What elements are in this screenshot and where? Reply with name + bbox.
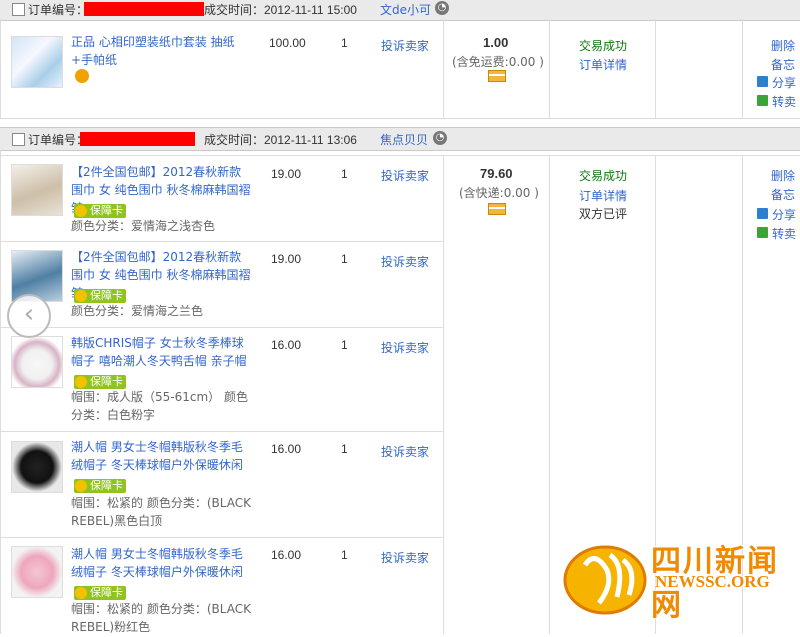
share-icon (757, 76, 768, 87)
redacted-order-number (84, 2, 204, 16)
divider (655, 19, 656, 118)
order-detail-link[interactable]: 订单详情 (579, 56, 627, 73)
order-select-checkbox[interactable] (12, 133, 25, 146)
item-quantity: 1 (341, 167, 348, 181)
card-icon (488, 70, 506, 82)
seller-name-link[interactable]: 文de小可 (380, 1, 431, 18)
guarantee-badge: 保障卡 (74, 202, 126, 218)
product-title-link[interactable]: 潮人帽 男女士冬帽韩版秋冬季毛绒帽子 冬天棒球帽户外保暖休闲 (71, 545, 251, 581)
product-thumbnail[interactable] (11, 164, 63, 216)
complain-seller-link[interactable]: 投诉卖家 (381, 167, 429, 184)
item-price: 19.00 (271, 167, 302, 181)
medal-icon (75, 69, 89, 83)
guarantee-badge: 保障卡 (74, 373, 126, 389)
item-price: 100.00 (269, 36, 306, 50)
item-quantity: 1 (341, 548, 348, 562)
guarantee-badge: 保障卡 (74, 287, 126, 303)
complain-seller-link[interactable]: 投诉卖家 (381, 253, 429, 270)
resell-icon (757, 95, 768, 106)
chat-icon[interactable]: ◔ (433, 131, 447, 145)
shipping-fee: (含免运费:0.00 ) (452, 55, 544, 69)
seller-name-link[interactable]: 焦点贝贝 (380, 131, 428, 148)
order-select-checkbox[interactable] (12, 3, 25, 16)
share-link[interactable]: 分享 (772, 74, 796, 91)
product-title-link[interactable]: 韩版CHRIS帽子 女士秋冬季棒球帽子 嘻哈潮人冬天鸭舌帽 亲子帽 (71, 334, 251, 370)
item-attributes: 帽围：松紧的 颜色分类：(BLACK REBEL)粉红色 (71, 602, 251, 634)
redacted-order-number (80, 132, 195, 146)
product-thumbnail[interactable] (11, 546, 63, 598)
divider (0, 327, 443, 328)
item-price: 16.00 (271, 442, 302, 456)
item-attributes: 帽围：松紧的 颜色分类：(BLACK REBEL)黑色白顶 (71, 496, 251, 528)
trade-status: 交易成功 (579, 169, 628, 183)
item-price: 16.00 (271, 338, 302, 352)
resell-icon (757, 227, 768, 238)
complain-seller-link[interactable]: 投诉卖家 (381, 443, 429, 460)
divider (0, 155, 800, 156)
site-watermark: 四川新闻网 NEWSSC.ORG (555, 525, 800, 634)
resell-link[interactable]: 转卖 (772, 225, 796, 242)
deal-time: 成交时间：2012-11-11 15:00 (204, 3, 357, 17)
divider (742, 19, 743, 118)
order-total: 79.60 (480, 166, 513, 181)
item-price: 19.00 (271, 252, 302, 266)
divider (0, 118, 800, 119)
watermark-en: NEWSSC.ORG (655, 572, 770, 591)
complain-seller-link[interactable]: 投诉卖家 (381, 37, 429, 54)
item-quantity: 1 (341, 442, 348, 456)
share-icon (757, 208, 768, 219)
complain-seller-link[interactable]: 投诉卖家 (381, 339, 429, 356)
item-price: 16.00 (271, 548, 302, 562)
note-link[interactable]: 备忘 (771, 186, 795, 203)
shipping-fee: (含快递:0.00 ) (459, 186, 539, 200)
item-quantity: 1 (341, 338, 348, 352)
guarantee-badge: 保障卡 (74, 584, 126, 600)
order-number-label: 订单编号： (28, 3, 89, 17)
order-detail-link[interactable]: 订单详情 (579, 187, 627, 204)
delete-link[interactable]: 删除 (771, 37, 795, 54)
product-title-link[interactable]: 正品 心相印塑装纸巾套装 抽纸+手帕纸 (71, 33, 251, 69)
divider (0, 537, 443, 538)
divider (0, 19, 1, 118)
chat-icon[interactable]: ◔ (435, 1, 449, 15)
divider (0, 150, 1, 634)
product-thumbnail[interactable] (11, 250, 63, 302)
item-attributes: 帽围：成人版（55-61cm） 颜色分类：白色粉字 (71, 390, 248, 422)
divider (0, 241, 443, 242)
order-header: 订单编号： 成交时间：2012-11-11 13:06 焦点贝贝 ◔ (0, 127, 800, 151)
deal-time: 成交时间：2012-11-11 13:06 (204, 133, 357, 147)
product-title-link[interactable]: 潮人帽 男女士冬帽韩版秋冬季毛绒帽子 冬天棒球帽户外保暖休闲 (71, 438, 251, 474)
order-total: 1.00 (483, 35, 509, 50)
item-attributes: 颜色分类：爱情海之兰色 (71, 304, 204, 318)
resell-link[interactable]: 转卖 (772, 93, 796, 110)
item-quantity: 1 (341, 252, 348, 266)
product-thumbnail[interactable] (11, 36, 63, 88)
product-thumbnail[interactable] (11, 336, 63, 388)
card-icon (488, 203, 506, 215)
divider (0, 431, 443, 432)
divider (549, 155, 550, 634)
item-quantity: 1 (341, 36, 348, 50)
item-attributes: 颜色分类：爱情海之浅杏色 (71, 219, 216, 233)
divider (443, 19, 444, 118)
order-header: 订单编号： 成交时间：2012-11-11 15:00 文de小可 ◔ (0, 0, 800, 21)
complain-seller-link[interactable]: 投诉卖家 (381, 549, 429, 566)
guarantee-badge: 保障卡 (74, 477, 126, 493)
trade-status: 交易成功 (579, 39, 628, 53)
rating-status: 双方已评 (579, 207, 628, 221)
divider (443, 155, 444, 634)
share-link[interactable]: 分享 (772, 206, 796, 223)
divider (549, 19, 550, 118)
note-link[interactable]: 备忘 (771, 56, 795, 73)
order-number-label: 订单编号： (28, 133, 89, 147)
previous-arrow-icon[interactable]: ‹ (7, 294, 51, 338)
delete-link[interactable]: 删除 (771, 167, 795, 184)
product-thumbnail[interactable] (11, 441, 63, 493)
